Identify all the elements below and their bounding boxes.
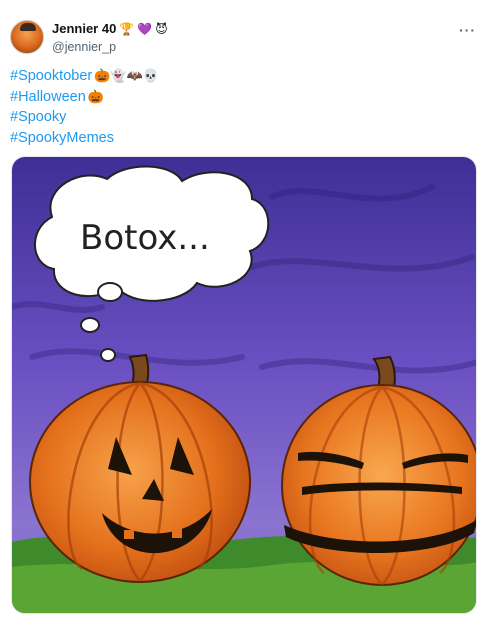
hashtag-line: #Spooky: [10, 107, 159, 128]
post-image[interactable]: Botox...: [11, 156, 477, 614]
user-handle[interactable]: @jennier_p: [52, 39, 168, 55]
author-info: Jennier 40 🏆 💜 😈 @jennier_p: [52, 21, 168, 55]
hashtag-link[interactable]: #SpookyMemes: [10, 128, 114, 149]
halloween-emoji-icons: 🎃👻🦇💀: [94, 68, 159, 84]
post-header: Jennier 40 🏆 💜 😈 @jennier_p ···: [10, 16, 476, 60]
hashtag-line: #SpookyMemes: [10, 128, 159, 149]
pumpkin-cartoon-illustration: Botox...: [12, 157, 476, 613]
smiling-devil-icon: 😈: [155, 22, 168, 36]
avatar[interactable]: [10, 20, 44, 54]
hashtag-link[interactable]: #Halloween: [10, 87, 86, 108]
thought-text: Botox...: [80, 218, 210, 258]
tweet-post: Jennier 40 🏆 💜 😈 @jennier_p ··· #Spookto…: [0, 0, 488, 620]
hashtag-link[interactable]: #Spooky: [10, 107, 66, 128]
post-text: #Spooktober 🎃👻🦇💀 #Halloween 🎃 #Spooky #S…: [10, 66, 159, 148]
pumpkin-emoji-icon: 🎃: [87, 88, 104, 104]
hashtag-line: #Halloween 🎃: [10, 87, 159, 108]
purple-heart-icon: 💜: [137, 22, 153, 36]
hashtag-link[interactable]: #Spooktober: [10, 66, 92, 87]
display-name-row: Jennier 40 🏆 💜 😈: [52, 21, 168, 37]
trophy-icon: 🏆: [119, 22, 135, 36]
display-name[interactable]: Jennier 40: [52, 21, 116, 37]
hashtag-line: #Spooktober 🎃👻🦇💀: [10, 66, 159, 87]
more-options-button[interactable]: ···: [459, 22, 476, 38]
